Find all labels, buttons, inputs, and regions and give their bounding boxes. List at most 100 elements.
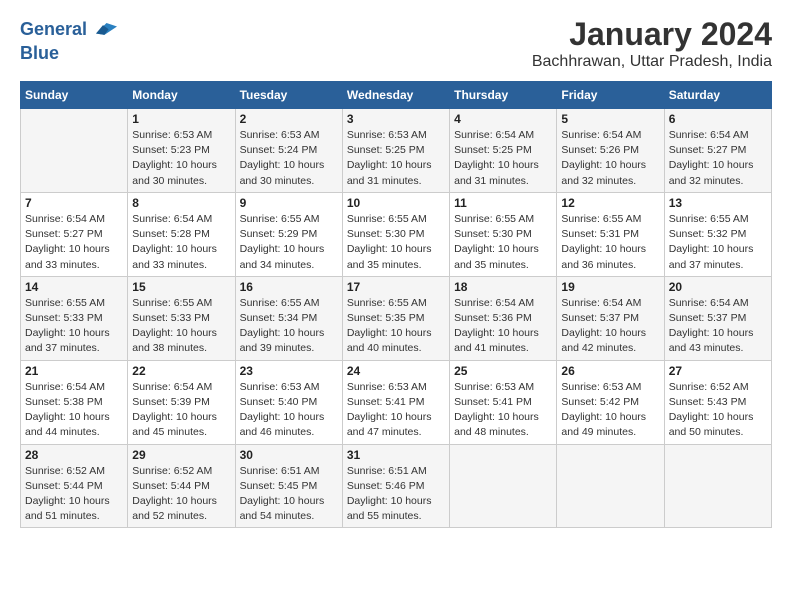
- calendar-cell: 17 Sunrise: 6:55 AM Sunset: 5:35 PM Dayli…: [342, 276, 449, 360]
- calendar-cell: [664, 444, 771, 528]
- day-number: 18: [454, 280, 552, 294]
- calendar-cell: 27 Sunrise: 6:52 AM Sunset: 5:43 PM Dayli…: [664, 360, 771, 444]
- calendar-cell: 1Sunrise: 6:53 AM Sunset: 5:23 PM Daylig…: [128, 109, 235, 193]
- calendar-week-2: 7Sunrise: 6:54 AM Sunset: 5:27 PM Daylig…: [21, 192, 772, 276]
- header-row: SundayMondayTuesdayWednesdayThursdayFrid…: [21, 82, 772, 109]
- calendar-week-3: 14 Sunrise: 6:55 AM Sunset: 5:33 PM Dayli…: [21, 276, 772, 360]
- col-header-saturday: Saturday: [664, 82, 771, 109]
- day-info: Sunrise: 6:54 AM Sunset: 5:28 PM Dayligh…: [132, 213, 217, 271]
- day-info: Sunrise: 6:54 AM Sunset: 5:37 PM Dayligh…: [669, 297, 754, 355]
- calendar-cell: 5 Sunrise: 6:54 AM Sunset: 5:26 PM Daylig…: [557, 109, 664, 193]
- day-info: Sunrise: 6:54 AM Sunset: 5:36 PM Dayligh…: [454, 297, 539, 355]
- calendar-cell: 10Sunrise: 6:55 AM Sunset: 5:30 PM Dayli…: [342, 192, 449, 276]
- day-info: Sunrise: 6:51 AM Sunset: 5:45 PM Dayligh…: [240, 465, 325, 523]
- logo-line2: Blue: [20, 44, 59, 64]
- calendar-cell: 3 Sunrise: 6:53 AM Sunset: 5:25 PM Daylig…: [342, 109, 449, 193]
- subtitle: Bachhrawan, Uttar Pradesh, India: [532, 53, 772, 71]
- day-info: Sunrise: 6:53 AM Sunset: 5:41 PM Dayligh…: [454, 381, 539, 439]
- col-header-sunday: Sunday: [21, 82, 128, 109]
- page: General Blue January 2024 Bachhrawan, Ut…: [0, 0, 792, 612]
- calendar-cell: 30 Sunrise: 6:51 AM Sunset: 5:45 PM Dayli…: [235, 444, 342, 528]
- calendar-cell: 23Sunrise: 6:53 AM Sunset: 5:40 PM Dayli…: [235, 360, 342, 444]
- calendar-cell: [450, 444, 557, 528]
- day-number: 23: [240, 364, 338, 378]
- day-number: 19: [561, 280, 659, 294]
- day-info: Sunrise: 6:55 AM Sunset: 5:33 PM Dayligh…: [132, 297, 217, 355]
- calendar-cell: 16 Sunrise: 6:55 AM Sunset: 5:34 PM Dayli…: [235, 276, 342, 360]
- calendar-cell: 22Sunrise: 6:54 AM Sunset: 5:39 PM Dayli…: [128, 360, 235, 444]
- calendar-week-1: 1Sunrise: 6:53 AM Sunset: 5:23 PM Daylig…: [21, 109, 772, 193]
- day-number: 10: [347, 196, 445, 210]
- day-number: 11: [454, 196, 552, 210]
- day-number: 27: [669, 364, 767, 378]
- day-info: Sunrise: 6:54 AM Sunset: 5:27 PM Dayligh…: [669, 129, 754, 187]
- col-header-wednesday: Wednesday: [342, 82, 449, 109]
- day-info: Sunrise: 6:55 AM Sunset: 5:30 PM Dayligh…: [454, 213, 539, 271]
- calendar-cell: 18 Sunrise: 6:54 AM Sunset: 5:36 PM Dayli…: [450, 276, 557, 360]
- day-info: Sunrise: 6:55 AM Sunset: 5:35 PM Dayligh…: [347, 297, 432, 355]
- col-header-monday: Monday: [128, 82, 235, 109]
- day-info: Sunrise: 6:55 AM Sunset: 5:32 PM Dayligh…: [669, 213, 754, 271]
- day-number: 25: [454, 364, 552, 378]
- day-number: 9: [240, 196, 338, 210]
- day-number: 30: [240, 448, 338, 462]
- calendar-cell: 20Sunrise: 6:54 AM Sunset: 5:37 PM Dayli…: [664, 276, 771, 360]
- day-info: Sunrise: 6:53 AM Sunset: 5:25 PM Dayligh…: [347, 129, 432, 187]
- day-info: Sunrise: 6:55 AM Sunset: 5:33 PM Dayligh…: [25, 297, 110, 355]
- calendar-cell: 25 Sunrise: 6:53 AM Sunset: 5:41 PM Dayli…: [450, 360, 557, 444]
- day-number: 8: [132, 196, 230, 210]
- day-info: Sunrise: 6:55 AM Sunset: 5:34 PM Dayligh…: [240, 297, 325, 355]
- calendar-week-4: 21 Sunrise: 6:54 AM Sunset: 5:38 PM Dayli…: [21, 360, 772, 444]
- day-number: 12: [561, 196, 659, 210]
- calendar-cell: 6 Sunrise: 6:54 AM Sunset: 5:27 PM Daylig…: [664, 109, 771, 193]
- day-number: 13: [669, 196, 767, 210]
- col-header-tuesday: Tuesday: [235, 82, 342, 109]
- day-info: Sunrise: 6:54 AM Sunset: 5:38 PM Dayligh…: [25, 381, 110, 439]
- calendar-cell: 7Sunrise: 6:54 AM Sunset: 5:27 PM Daylig…: [21, 192, 128, 276]
- col-header-thursday: Thursday: [450, 82, 557, 109]
- calendar-table: SundayMondayTuesdayWednesdayThursdayFrid…: [20, 81, 772, 528]
- title-block: January 2024 Bachhrawan, Uttar Pradesh, …: [532, 16, 772, 71]
- day-info: Sunrise: 6:51 AM Sunset: 5:46 PM Dayligh…: [347, 465, 432, 523]
- day-info: Sunrise: 6:53 AM Sunset: 5:41 PM Dayligh…: [347, 381, 432, 439]
- day-number: 14: [25, 280, 123, 294]
- calendar-cell: 2 Sunrise: 6:53 AM Sunset: 5:24 PM Daylig…: [235, 109, 342, 193]
- calendar-cell: 31 Sunrise: 6:51 AM Sunset: 5:46 PM Dayli…: [342, 444, 449, 528]
- day-number: 29: [132, 448, 230, 462]
- day-info: Sunrise: 6:55 AM Sunset: 5:31 PM Dayligh…: [561, 213, 646, 271]
- calendar-cell: 24 Sunrise: 6:53 AM Sunset: 5:41 PM Dayli…: [342, 360, 449, 444]
- calendar-cell: 4 Sunrise: 6:54 AM Sunset: 5:25 PM Daylig…: [450, 109, 557, 193]
- day-info: Sunrise: 6:54 AM Sunset: 5:27 PM Dayligh…: [25, 213, 110, 271]
- day-number: 24: [347, 364, 445, 378]
- day-number: 16: [240, 280, 338, 294]
- day-info: Sunrise: 6:52 AM Sunset: 5:44 PM Dayligh…: [132, 465, 217, 523]
- day-info: Sunrise: 6:54 AM Sunset: 5:37 PM Dayligh…: [561, 297, 646, 355]
- day-number: 2: [240, 112, 338, 126]
- main-title: January 2024: [532, 16, 772, 53]
- day-info: Sunrise: 6:52 AM Sunset: 5:44 PM Dayligh…: [25, 465, 110, 523]
- logo: General Blue: [20, 16, 117, 64]
- day-number: 4: [454, 112, 552, 126]
- calendar-cell: 14 Sunrise: 6:55 AM Sunset: 5:33 PM Dayli…: [21, 276, 128, 360]
- day-info: Sunrise: 6:53 AM Sunset: 5:24 PM Dayligh…: [240, 129, 325, 187]
- calendar-cell: 12 Sunrise: 6:55 AM Sunset: 5:31 PM Dayli…: [557, 192, 664, 276]
- day-info: Sunrise: 6:52 AM Sunset: 5:43 PM Dayligh…: [669, 381, 754, 439]
- calendar-cell: 11 Sunrise: 6:55 AM Sunset: 5:30 PM Dayli…: [450, 192, 557, 276]
- day-number: 31: [347, 448, 445, 462]
- day-info: Sunrise: 6:53 AM Sunset: 5:42 PM Dayligh…: [561, 381, 646, 439]
- day-number: 5: [561, 112, 659, 126]
- calendar-cell: [21, 109, 128, 193]
- day-info: Sunrise: 6:54 AM Sunset: 5:26 PM Dayligh…: [561, 129, 646, 187]
- day-number: 17: [347, 280, 445, 294]
- day-number: 3: [347, 112, 445, 126]
- day-number: 21: [25, 364, 123, 378]
- calendar-cell: 19 Sunrise: 6:54 AM Sunset: 5:37 PM Dayli…: [557, 276, 664, 360]
- day-number: 28: [25, 448, 123, 462]
- day-number: 1: [132, 112, 230, 126]
- calendar-cell: 9Sunrise: 6:55 AM Sunset: 5:29 PM Daylig…: [235, 192, 342, 276]
- calendar-cell: 26Sunrise: 6:53 AM Sunset: 5:42 PM Dayli…: [557, 360, 664, 444]
- day-info: Sunrise: 6:54 AM Sunset: 5:25 PM Dayligh…: [454, 129, 539, 187]
- day-number: 6: [669, 112, 767, 126]
- calendar-cell: 13 Sunrise: 6:55 AM Sunset: 5:32 PM Dayli…: [664, 192, 771, 276]
- day-info: Sunrise: 6:54 AM Sunset: 5:39 PM Dayligh…: [132, 381, 217, 439]
